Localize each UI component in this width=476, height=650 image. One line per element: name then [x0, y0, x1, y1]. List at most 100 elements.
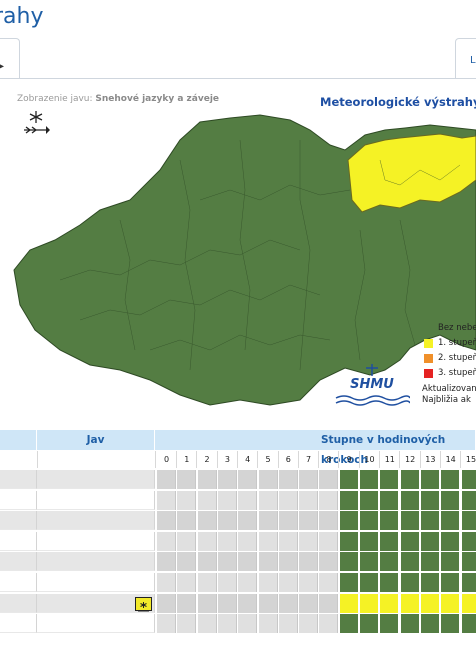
hour-level-cell: [157, 490, 176, 510]
hour-level-cell: [197, 511, 217, 531]
hour-level-cell: [299, 593, 319, 613]
hour-level-cell: [319, 552, 339, 572]
hour-level-cell: [360, 531, 379, 551]
hour-level-cell: [157, 531, 176, 551]
phenomenon-cell: [37, 614, 155, 634]
hour-level-cell: [177, 531, 197, 551]
legend-label: 3. stupeň: [438, 368, 476, 378]
hour-level-cell: [400, 552, 420, 572]
phenomenon-cell: [37, 490, 155, 510]
region-cell: [0, 470, 37, 489]
hour-level-cell: [380, 573, 400, 592]
legend-swatch: [424, 324, 433, 333]
hour-level-cell: [217, 511, 237, 531]
hour-level-cell: [258, 552, 278, 572]
hour-label: 15: [462, 451, 476, 468]
hour-level-cell: [238, 470, 258, 489]
hour-level-cell: [217, 490, 237, 510]
hour-level-cell: [380, 511, 400, 531]
hour-level-cell: [420, 531, 440, 551]
hour-level-cell: [441, 470, 461, 489]
hour-label: 1: [177, 451, 198, 468]
tab-right[interactable]: L: [455, 38, 476, 79]
hour-level-cell: [217, 552, 237, 572]
hour-level-cell: [258, 490, 278, 510]
table-row[interactable]: [0, 552, 476, 572]
hour-level-cell: [400, 614, 420, 634]
hour-label: 6: [279, 451, 299, 468]
hour-level-cell: [380, 470, 400, 489]
hour-label: 8: [319, 451, 340, 468]
hour-level-cell: [360, 470, 379, 489]
hour-label: 9: [340, 451, 360, 468]
table-row[interactable]: [0, 614, 476, 634]
hour-level-cell: [461, 470, 476, 489]
hour-label: 7: [299, 451, 320, 468]
hour-header-row: 0 1 2 3 4 5 6 7 8 9 10 11 12 13 14 15: [0, 451, 476, 468]
tab-left[interactable]: ▸: [0, 38, 20, 79]
hour-level-cell: [319, 511, 339, 531]
hour-level-cell: [400, 470, 420, 489]
hour-level-cell: [197, 470, 217, 489]
hour-level-cell: [420, 470, 440, 489]
hour-label: 5: [259, 451, 279, 468]
hour-level-cell: [420, 490, 440, 510]
hour-label: 10: [360, 451, 380, 468]
hour-level-cell: [360, 552, 379, 572]
table-row[interactable]: [0, 490, 476, 510]
hour-level-cell: [380, 593, 400, 613]
hour-level-cell: [441, 573, 461, 592]
hour-level-cell: [217, 614, 237, 634]
hour-level-cell: [299, 531, 319, 551]
hour-level-cell: [360, 614, 379, 634]
hour-level-cell: [461, 490, 476, 510]
hour-level-cell: [238, 614, 258, 634]
hour-level-cell: [441, 490, 461, 510]
hour-level-cell: [217, 593, 237, 613]
legend-swatch: [424, 339, 433, 348]
hour-level-cell: [319, 470, 339, 489]
region-cell: [0, 593, 37, 613]
update-info: Aktualizovan Najbližia ak: [422, 384, 476, 406]
hour-level-cell: [420, 511, 440, 531]
hour-level-cell: [400, 531, 420, 551]
hour-level-cell: [400, 511, 420, 531]
hour-level-cell: [197, 552, 217, 572]
hour-level-cell: [319, 593, 339, 613]
hour-level-cell: [197, 573, 217, 592]
hour-level-cell: [441, 593, 461, 613]
hour-level-cell: [339, 511, 359, 531]
hour-level-cell: [278, 531, 298, 551]
hour-level-cell: [420, 573, 440, 592]
table-row[interactable]: [0, 593, 476, 613]
table-row[interactable]: [0, 511, 476, 531]
page-title: rahy: [0, 4, 44, 29]
hour-level-cell: [380, 552, 400, 572]
hour-level-cell: [258, 511, 278, 531]
snow-warning-icon[interactable]: [135, 596, 152, 612]
table-row[interactable]: [0, 531, 476, 551]
hour-level-cell: [238, 490, 258, 510]
phenomenon-cell: [37, 552, 155, 572]
hour-level-cell: [197, 531, 217, 551]
hour-level-cell: [360, 593, 379, 613]
phenomenon-cell: [37, 531, 155, 551]
hour-level-cell: [400, 593, 420, 613]
hour-level-cell: [278, 470, 298, 489]
hour-level-cell: [360, 490, 379, 510]
legend-label: 1. stupeň: [438, 338, 476, 348]
hour-level-cell: [238, 511, 258, 531]
hour-level-cell: [339, 531, 359, 551]
hour-level-cell: [238, 552, 258, 572]
hour-level-cell: [360, 511, 379, 531]
hour-level-cell: [299, 511, 319, 531]
hour-level-cell: [299, 490, 319, 510]
table-row[interactable]: [0, 573, 476, 592]
hour-level-cell: [177, 593, 197, 613]
hour-level-cell: [339, 614, 359, 634]
hour-label: 0: [157, 451, 177, 468]
table-row[interactable]: [0, 470, 476, 489]
hour-level-cell: [157, 552, 176, 572]
hour-level-cell: [319, 614, 339, 634]
tab-right-label: L: [470, 55, 476, 66]
